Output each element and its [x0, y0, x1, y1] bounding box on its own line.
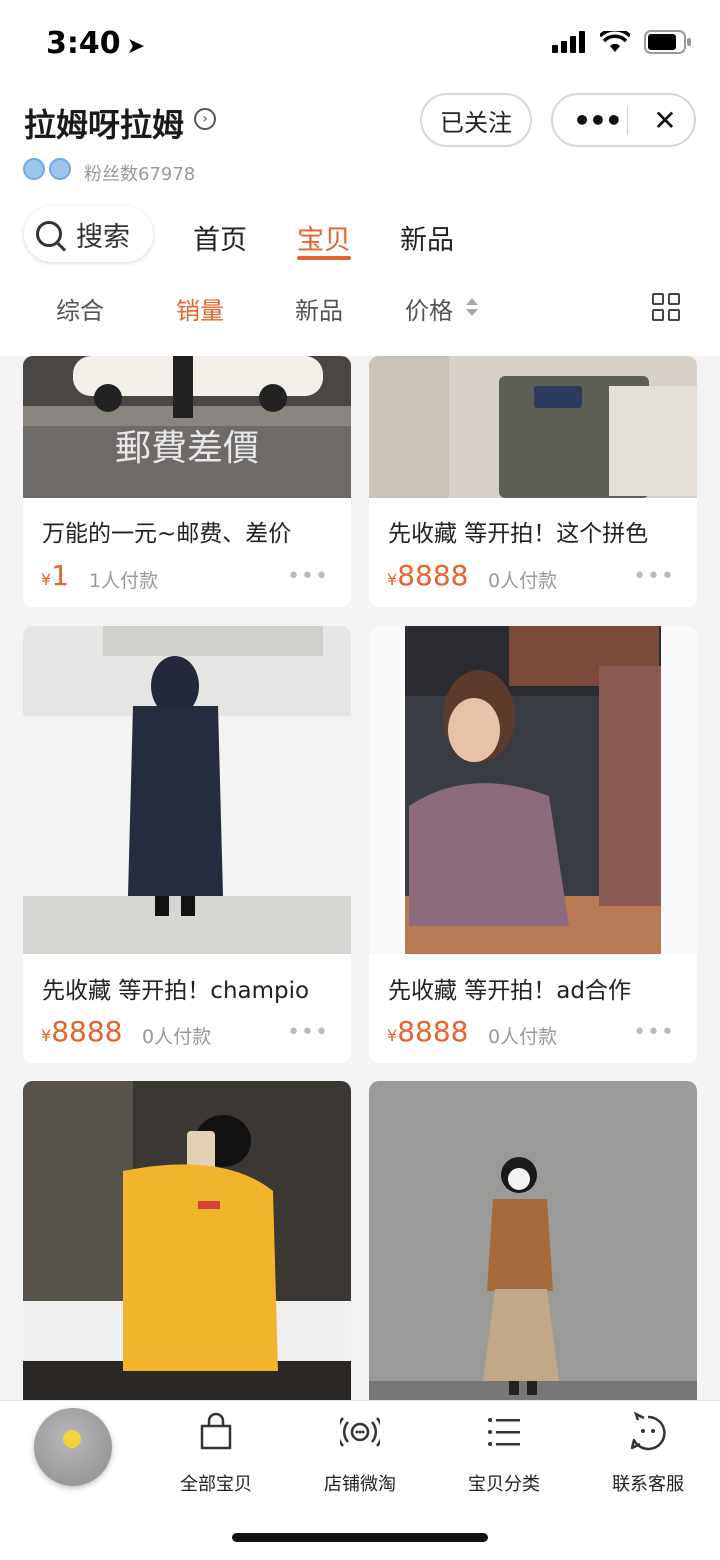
more-dots-icon[interactable]: •••	[287, 564, 329, 589]
product-title: 先收藏 等开拍！这个拼色	[388, 521, 649, 547]
toolbar-label: 全部宝贝	[180, 1474, 252, 1495]
more-dots-icon[interactable]: •••	[287, 1020, 329, 1045]
sold-count: 0人付款	[488, 570, 558, 592]
product-title: 先收藏 等开拍！ad合作	[388, 978, 632, 1004]
follow-button[interactable]: 已关注	[420, 93, 532, 147]
product-image: 郵費差價	[23, 356, 351, 498]
product-image	[369, 356, 697, 498]
search-label: 搜索	[76, 221, 130, 253]
filter-sales[interactable]: 销量	[176, 291, 224, 326]
tab-new[interactable]: 新品	[400, 218, 454, 257]
crown-icon	[23, 158, 45, 180]
more-dots-icon[interactable]: •••	[633, 1020, 675, 1045]
product-card[interactable]: 先收藏 等开拍！champio ¥8888 0人付款 •••	[23, 626, 351, 1063]
wifi-icon	[600, 31, 630, 52]
active-tab-indicator	[297, 256, 351, 260]
tab-products[interactable]: 宝贝	[297, 218, 351, 257]
chevron-right-icon[interactable]: ›	[194, 108, 216, 130]
grid-view-icon[interactable]	[652, 293, 680, 321]
image-watermark-text: 郵費差價	[115, 428, 259, 469]
close-icon[interactable]: ✕	[639, 95, 691, 145]
crown-badges	[23, 158, 71, 180]
status-time: 3:40 ➤	[46, 26, 146, 61]
product-card[interactable]: 先收藏 等开拍！ad合作 ¥8888 0人付款 •••	[369, 626, 697, 1063]
product-title: 万能的一元~邮费、差价	[42, 521, 292, 547]
contact-service-button[interactable]: 联系客服	[593, 1411, 703, 1496]
filter-price[interactable]: 价格	[405, 291, 453, 326]
product-card[interactable]: 先收藏 等开拍！这个拼色 ¥8888 0人付款 •••	[369, 356, 697, 607]
shop-feed-button[interactable]: 店铺微淘	[305, 1412, 415, 1496]
shop-name[interactable]: 拉姆呀拉姆	[24, 100, 184, 146]
product-card[interactable]	[369, 1081, 697, 1411]
product-image	[369, 1081, 697, 1411]
crown-icon	[49, 158, 71, 180]
smiley-icon	[63, 1430, 81, 1448]
product-title: 先收藏 等开拍！champio	[42, 978, 310, 1004]
product-image	[23, 1081, 351, 1411]
filter-overall[interactable]: 综合	[56, 291, 104, 326]
product-price: ¥8888	[41, 1015, 123, 1048]
product-card[interactable]	[23, 1081, 351, 1411]
more-icon[interactable]: •••	[571, 95, 623, 145]
broadcast-icon	[336, 1417, 384, 1447]
chat-face-icon	[630, 1411, 666, 1451]
sort-arrows-icon	[466, 298, 478, 316]
sold-count: 0人付款	[488, 1026, 558, 1048]
home-indicator	[232, 1533, 488, 1542]
product-card[interactable]: 郵費差價 万能的一元~邮费、差价 ¥1 1人付款 •••	[23, 356, 351, 607]
product-image	[369, 626, 697, 954]
fans-count: 粉丝数67978	[84, 164, 196, 185]
filter-new[interactable]: 新品	[295, 291, 343, 326]
search-button[interactable]: 搜索	[24, 206, 153, 262]
toolbar-label: 联系客服	[612, 1474, 684, 1495]
all-products-button[interactable]: 全部宝贝	[161, 1412, 271, 1496]
toolbar-label: 宝贝分类	[468, 1474, 540, 1495]
product-price: ¥8888	[387, 559, 469, 592]
search-icon	[36, 221, 62, 247]
mini-program-capsule: ••• ✕	[551, 93, 696, 147]
product-price: ¥8888	[387, 1015, 469, 1048]
more-dots-icon[interactable]: •••	[633, 564, 675, 589]
battery-icon	[644, 30, 691, 54]
sold-count: 1人付款	[89, 570, 159, 592]
toolbar-label: 店铺微淘	[324, 1474, 396, 1495]
list-icon	[488, 1418, 520, 1446]
signal-icon	[552, 31, 585, 53]
product-image	[23, 626, 351, 954]
categories-button[interactable]: 宝贝分类	[449, 1412, 559, 1496]
bag-icon	[200, 1412, 232, 1450]
status-icons	[552, 30, 692, 54]
product-price: ¥1	[41, 559, 70, 592]
tab-home[interactable]: 首页	[193, 218, 247, 257]
capsule-divider	[627, 107, 628, 135]
sold-count: 0人付款	[142, 1026, 212, 1048]
